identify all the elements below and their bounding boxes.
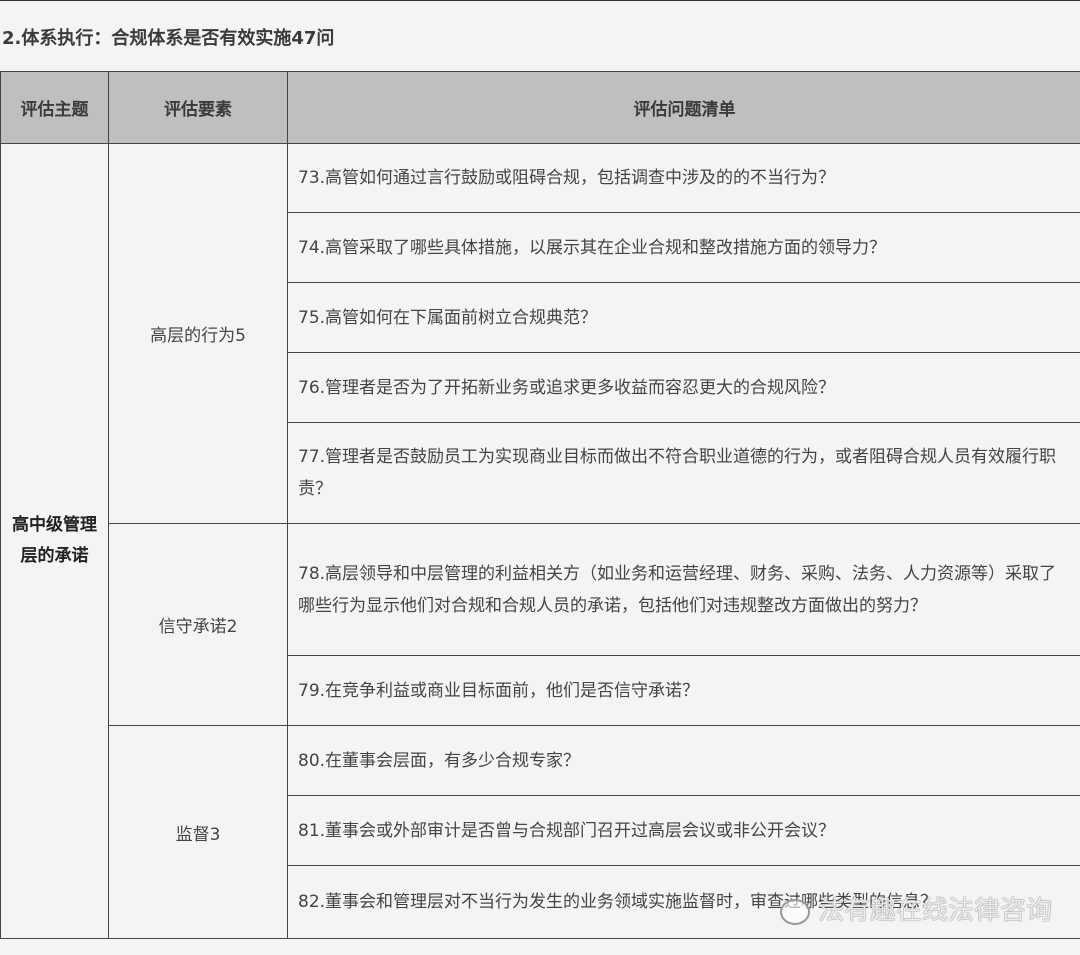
element-cell: 信守承诺2: [109, 524, 288, 726]
watermark-text: 法有趣在线法律咨询: [818, 896, 1052, 926]
table-row: 高中级管理层的承诺 高层的行为5 73.高管如何通过言行鼓励或阻碍合规，包括调查…: [1, 144, 1080, 213]
question-cell: 81.董事会或外部审计是否曾与合规部门召开过高层会议或非公开会议？: [288, 796, 1080, 866]
question-cell: 79.在竞争利益或商业目标面前，他们是否信守承诺？: [288, 656, 1080, 726]
question-cell: 76.管理者是否为了开拓新业务或追求更多收益而容忍更大的合规风险？: [288, 353, 1080, 423]
table-row: 监督3 80.在董事会层面，有多少合规专家？: [1, 726, 1080, 796]
table-header-row: 评估主题 评估要素 评估问题清单: [1, 72, 1080, 144]
element-cell: 高层的行为5: [109, 144, 288, 524]
question-cell: 80.在董事会层面，有多少合规专家？: [288, 726, 1080, 796]
header-questions: 评估问题清单: [288, 72, 1080, 144]
question-cell: 78.高层领导和中层管理的利益相关方（如业务和运营经理、财务、采购、法务、人力资…: [288, 524, 1080, 656]
question-cell: 75.高管如何在下属面前树立合规典范？: [288, 283, 1080, 353]
header-element: 评估要素: [109, 72, 288, 144]
question-cell: 73.高管如何通过言行鼓励或阻碍合规，包括调查中涉及的的不当行为？: [288, 144, 1080, 213]
table-row: 信守承诺2 78.高层领导和中层管理的利益相关方（如业务和运营经理、财务、采购、…: [1, 524, 1080, 656]
section-title: 2.体系执行：合规体系是否有效实施47问: [2, 24, 334, 50]
question-cell: 74.高管采取了哪些具体措施，以展示其在企业合规和整改措施方面的领导力？: [288, 213, 1080, 283]
topic-cell: 高中级管理层的承诺: [1, 144, 109, 939]
element-cell: 监督3: [109, 726, 288, 939]
assessment-table: 评估主题 评估要素 评估问题清单 高中级管理层的承诺 高层的行为5 73.高管如…: [0, 71, 1080, 939]
watermark: 法有趣在线法律咨询: [780, 890, 1052, 927]
header-topic: 评估主题: [1, 72, 109, 144]
top-divider: [0, 0, 1080, 1]
question-cell: 77.管理者是否鼓励员工为实现商业目标而做出不符合职业道德的行为，或者阻碍合规人…: [288, 423, 1080, 524]
wechat-icon: [780, 899, 810, 925]
